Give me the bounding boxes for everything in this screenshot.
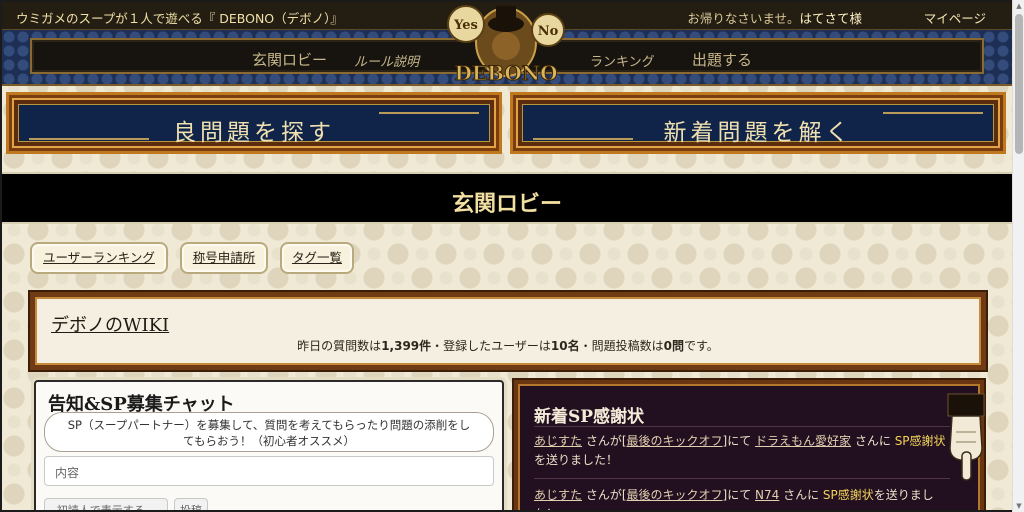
divider bbox=[534, 478, 950, 479]
user-ranking-button[interactable]: ユーザーランキング bbox=[30, 242, 168, 274]
find-good-problems-inner: 良問題を探す bbox=[18, 104, 490, 146]
stats-mid2: ・問題投稿数は bbox=[579, 339, 664, 353]
award-text: SP感謝状 bbox=[822, 488, 874, 502]
logo-yes: Yes bbox=[453, 18, 478, 33]
daily-stats: 昨日の質問数は1,399件・登録したユーザーは10名・問題投稿数は0問です。 bbox=[35, 337, 981, 354]
stats-mid1: ・登録したユーザーは bbox=[431, 339, 551, 353]
list-item: あじすた さんが[最後のキックオフ]にて N74 さんに SP感謝状を送りました… bbox=[534, 486, 954, 510]
chat-content-input[interactable]: 内容 bbox=[44, 456, 494, 486]
sp-thanks-panel: 新着SP感謝状 あじすた さんが[最後のキックオフ]にて ドラえもん愛好家 さん… bbox=[514, 380, 984, 510]
user-link[interactable]: あじすた bbox=[534, 434, 582, 448]
stats-suffix: です。 bbox=[684, 339, 719, 353]
chat-submit-button[interactable]: 投稿 bbox=[174, 498, 208, 510]
username-link[interactable]: はてさて様 bbox=[799, 11, 862, 26]
tag-list-button[interactable]: タグ一覧 bbox=[280, 242, 354, 274]
user-count: 10名 bbox=[550, 339, 580, 353]
find-good-problems-label: 良問題を探す bbox=[173, 120, 335, 146]
mypage-link[interactable]: マイページ bbox=[924, 8, 986, 27]
title-application-button[interactable]: 称号申請所 bbox=[180, 242, 268, 274]
award-text: SP感謝状 bbox=[894, 434, 946, 448]
divider bbox=[534, 426, 950, 427]
question-count: 1,399件 bbox=[381, 339, 432, 353]
lobby-header: 玄関ロビー bbox=[2, 172, 1012, 224]
logo-name: DEBONO bbox=[455, 61, 558, 85]
welcome-prefix: お帰りなさいませ。 bbox=[687, 11, 800, 26]
entry-text: さんに bbox=[779, 488, 823, 502]
entry-text: さんが[ bbox=[582, 434, 627, 448]
nav-post[interactable]: 出題する bbox=[692, 49, 752, 70]
page-frame: ウミガメのスープが１人で遊べる『 DEBONO（デボノ）』 お帰りなさいませ。は… bbox=[2, 2, 1012, 510]
announcement-chat-panel: 告知&SP募集チャット SP（スープパートナー）を募集して、質問を考えてもらった… bbox=[34, 380, 504, 510]
entry-text: ]にて bbox=[722, 434, 756, 448]
stats-prefix: 昨日の質問数は bbox=[297, 339, 382, 353]
entry-text: を送りました！ bbox=[534, 453, 619, 467]
welcome-text: お帰りなさいませ。はてさて様 bbox=[687, 8, 862, 27]
logo-no: No bbox=[538, 24, 559, 39]
nav-ranking[interactable]: ランキング bbox=[590, 51, 655, 70]
entry-text: ]にて bbox=[722, 488, 756, 502]
solve-new-problems-inner: 新着問題を解く bbox=[522, 104, 994, 146]
wiki-panel: デボノのWIKI 昨日の質問数は1,399件・登録したユーザーは10名・問題投稿… bbox=[30, 292, 986, 370]
vertical-scrollbar[interactable]: ▲ ▼ bbox=[1012, 0, 1024, 512]
nav-lobby[interactable]: 玄関ロビー bbox=[252, 49, 327, 70]
scroll-up-icon[interactable]: ▲ bbox=[1015, 2, 1023, 10]
debono-logo[interactable]: Yes No DEBONO bbox=[438, 2, 574, 86]
find-good-problems-button[interactable]: 良問題を探す bbox=[6, 92, 502, 154]
problem-link[interactable]: 最後のキックオフ bbox=[627, 488, 723, 502]
user-link[interactable]: あじすた bbox=[534, 488, 582, 502]
target-user-link[interactable]: ドラえもん愛好家 bbox=[755, 434, 851, 448]
pointing-hand-icon bbox=[947, 393, 985, 481]
page-title: 玄関ロビー bbox=[451, 191, 562, 217]
solve-new-problems-label: 新着問題を解く bbox=[663, 120, 853, 146]
problem-link[interactable]: 最後のキックオフ bbox=[627, 434, 723, 448]
solve-new-problems-button[interactable]: 新着問題を解く bbox=[510, 92, 1006, 154]
wiki-link[interactable]: デボノのWIKI bbox=[51, 311, 169, 337]
entry-text: さんに bbox=[851, 434, 895, 448]
post-count: 0問 bbox=[663, 339, 684, 353]
scroll-thumb[interactable] bbox=[1015, 14, 1023, 154]
entry-text: さんが[ bbox=[582, 488, 627, 502]
site-title-link[interactable]: ウミガメのスープが１人で遊べる『 DEBONO（デボノ）』 bbox=[16, 8, 343, 27]
scroll-down-icon[interactable]: ▼ bbox=[1015, 502, 1023, 510]
chat-info-bubble: SP（スープパートナー）を募集して、質問を考えてもらったり問題の添削をしてもらお… bbox=[44, 412, 494, 452]
nav-rules[interactable]: ルール説明 bbox=[354, 51, 419, 70]
sp-title: 新着SP感謝状 bbox=[534, 407, 645, 427]
chat-display-button[interactable]: 初読人で表示する... bbox=[44, 498, 168, 510]
list-item: あじすた さんが[最後のキックオフ]にて ドラえもん愛好家 さんに SP感謝状を… bbox=[534, 432, 954, 470]
target-user-link[interactable]: N74 bbox=[755, 488, 779, 502]
